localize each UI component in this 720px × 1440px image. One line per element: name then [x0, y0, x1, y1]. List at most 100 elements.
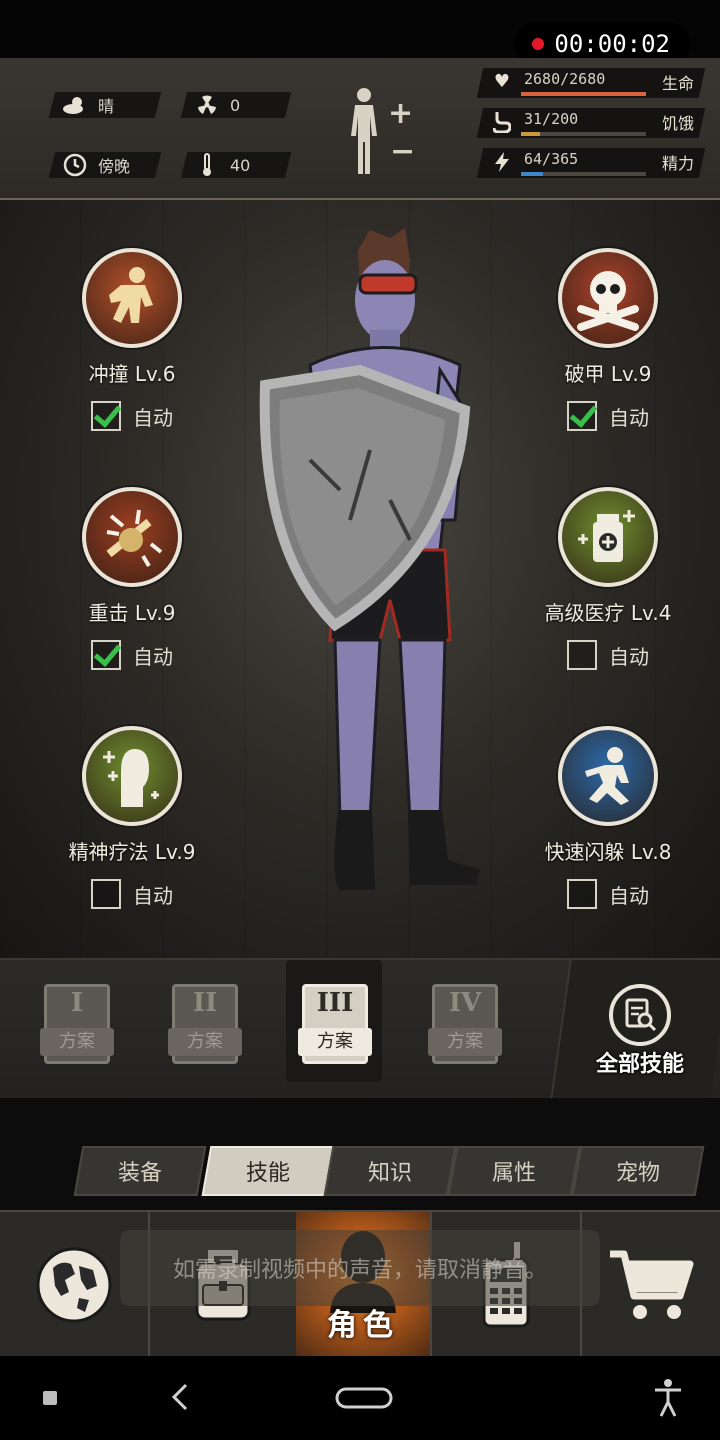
health-bar: ♥ 2680/2680 生命 [476, 68, 706, 98]
tab-label: 知识 [367, 1161, 412, 1186]
auto-label: 自动 [609, 644, 649, 669]
skill-armor-break[interactable]: 破甲 Lv.9 自动 [508, 248, 708, 431]
tab-attributes[interactable]: 属性 [447, 1146, 581, 1196]
health-value: 2680/2680 [524, 70, 606, 88]
zoom-out-icon[interactable]: − [390, 134, 415, 169]
all-skills-label: 全部技能 [595, 1052, 684, 1077]
energy-value: 64/365 [524, 150, 579, 168]
time-of-day-label: 傍晚 [98, 157, 131, 176]
heart-icon: ♥ [493, 71, 511, 92]
auto-checkbox[interactable] [91, 401, 121, 431]
skill-name: 精神疗法 Lv.9 [68, 840, 196, 864]
skill-book-search-icon [609, 984, 671, 1046]
nav-character-label: 角色 [327, 1308, 399, 1343]
hunger-fill [521, 132, 541, 136]
plan-label: 方案 [40, 1028, 114, 1056]
dodge-icon[interactable] [558, 726, 658, 826]
radiation-icon [194, 92, 220, 118]
skill-name: 快速闪躲 Lv.8 [544, 840, 672, 864]
energy-fill [521, 172, 543, 176]
tab-label: 装备 [117, 1161, 162, 1186]
auto-checkbox[interactable] [91, 640, 121, 670]
energy-icon [490, 151, 514, 175]
plan-number: III [316, 988, 354, 1018]
status-strip: 00:00:02 [0, 0, 720, 66]
tab-skills[interactable]: 技能 [201, 1146, 335, 1196]
skill-heavy-strike[interactable]: 重击 Lv.9 自动 [32, 487, 232, 670]
globe-icon [36, 1247, 112, 1323]
auto-label: 自动 [133, 883, 173, 908]
weather-label: 晴 [98, 97, 115, 116]
skill-name: 重击 Lv.9 [88, 601, 176, 625]
accessibility-icon[interactable] [652, 1378, 684, 1418]
radiation-value: 0 [230, 95, 241, 115]
all-skills-button[interactable]: 全部技能 [580, 984, 700, 1078]
charge-icon[interactable] [82, 248, 182, 348]
nav-shop[interactable] [582, 1212, 720, 1358]
thermometer-icon [194, 152, 220, 178]
skill-mind-therapy[interactable]: 精神疗法 Lv.9 自动 [32, 726, 232, 909]
health-fill [521, 92, 646, 96]
mute-recording-toast: 如需录制视频中的声音，请取消静音。 [120, 1230, 600, 1306]
back-icon[interactable] [168, 1382, 190, 1412]
character-scene: 冲撞 Lv.6 自动 破甲 Lv.9 自动 重击 Lv.9 自动 高级医疗 Lv… [0, 200, 720, 960]
plan-label: 方案 [168, 1028, 242, 1056]
auto-label: 自动 [133, 644, 173, 669]
body-view-toggle[interactable]: + − [344, 86, 422, 182]
tab-pets[interactable]: 宠物 [571, 1146, 705, 1196]
body-figure-icon [351, 88, 377, 174]
recording-time: 00:00:02 [554, 30, 670, 58]
tab-knowledge[interactable]: 知识 [323, 1146, 457, 1196]
time-of-day-chip: 傍晚 [48, 152, 162, 178]
hunger-value: 31/200 [524, 110, 579, 128]
hunger-bar: 31/200 饥饿 [476, 108, 706, 138]
recent-apps-icon[interactable] [42, 1390, 58, 1406]
skill-name: 冲撞 Lv.6 [88, 362, 176, 386]
plan-number: IV [448, 988, 482, 1018]
stomach-icon [490, 111, 514, 135]
heavy-strike-icon[interactable] [82, 487, 182, 587]
plan-1[interactable]: I 方案 [40, 984, 114, 1066]
auto-label: 自动 [133, 405, 173, 430]
skull-crossbones-icon[interactable] [558, 248, 658, 348]
mind-heal-icon[interactable] [82, 726, 182, 826]
record-dot-icon [532, 38, 545, 50]
weather-chip: 晴 [48, 92, 162, 118]
home-icon[interactable] [334, 1386, 394, 1410]
health-name: 生命 [661, 74, 694, 93]
plan-selector: I 方案 II 方案 III 方案 IV 方案 全部技能 [0, 958, 720, 1100]
plan-number: I [70, 988, 84, 1018]
tab-label: 技能 [245, 1161, 290, 1186]
system-nav-bar [0, 1356, 720, 1440]
energy-name: 精力 [661, 154, 694, 173]
auto-label: 自动 [609, 405, 649, 430]
radiation-chip: 0 [180, 92, 292, 118]
plan-2[interactable]: II 方案 [168, 984, 242, 1066]
auto-label: 自动 [609, 883, 649, 908]
skill-charge[interactable]: 冲撞 Lv.6 自动 [32, 248, 232, 431]
temperature-value: 40 [230, 155, 251, 175]
auto-checkbox[interactable] [91, 879, 121, 909]
skill-name: 高级医疗 Lv.4 [544, 601, 672, 625]
auto-checkbox[interactable] [567, 640, 597, 670]
cart-icon [610, 1250, 694, 1319]
skill-quick-dodge[interactable]: 快速闪躲 Lv.8 自动 [508, 726, 708, 909]
plan-4[interactable]: IV 方案 [428, 984, 502, 1066]
plan-label: 方案 [428, 1028, 502, 1056]
zoom-in-icon[interactable]: + [388, 96, 413, 131]
auto-checkbox[interactable] [567, 401, 597, 431]
medkit-icon[interactable] [558, 487, 658, 587]
skill-name: 破甲 Lv.9 [564, 362, 652, 386]
skill-advanced-medical[interactable]: 高级医疗 Lv.4 自动 [508, 487, 708, 670]
temperature-chip: 40 [180, 152, 292, 178]
character-figure [259, 228, 480, 890]
energy-bar: 64/365 精力 [476, 148, 706, 178]
tab-bar: 装备 技能 知识 属性 宠物 [0, 1098, 720, 1210]
plan-3[interactable]: III 方案 [298, 984, 372, 1066]
auto-checkbox[interactable] [567, 879, 597, 909]
hunger-name: 饥饿 [661, 114, 694, 133]
hud-panel: 晴 0 傍晚 40 + − ♥ 2680/2680 生命 31/200 饥饿 6… [0, 58, 720, 200]
cloud-sun-icon [62, 92, 88, 118]
plan-number: II [192, 988, 218, 1018]
tab-equipment[interactable]: 装备 [73, 1146, 207, 1196]
